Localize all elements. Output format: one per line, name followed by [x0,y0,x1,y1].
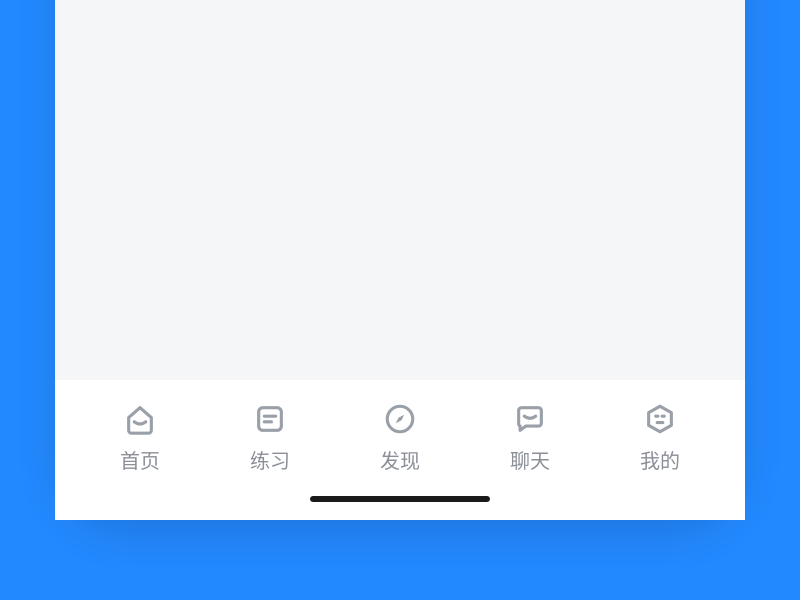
home-icon [123,402,157,436]
tab-profile[interactable]: 我的 [615,402,705,474]
compass-icon [383,402,417,436]
tab-chat[interactable]: 聊天 [485,402,575,474]
profile-icon [643,402,677,436]
tab-discover[interactable]: 发现 [355,402,445,474]
tab-label: 首页 [120,445,160,474]
tab-label: 发现 [380,445,420,474]
tab-label: 聊天 [510,445,550,474]
tab-label: 练习 [250,445,290,474]
tab-practice[interactable]: 练习 [225,402,315,474]
chat-icon [513,402,547,436]
tab-home[interactable]: 首页 [95,402,185,474]
tab-label: 我的 [640,445,680,474]
home-indicator[interactable] [310,496,490,502]
phone-frame: 205分 1月2月3月4月5月6月7月8月9月 首页 练习 发 [55,0,745,520]
notes-icon [253,402,287,436]
